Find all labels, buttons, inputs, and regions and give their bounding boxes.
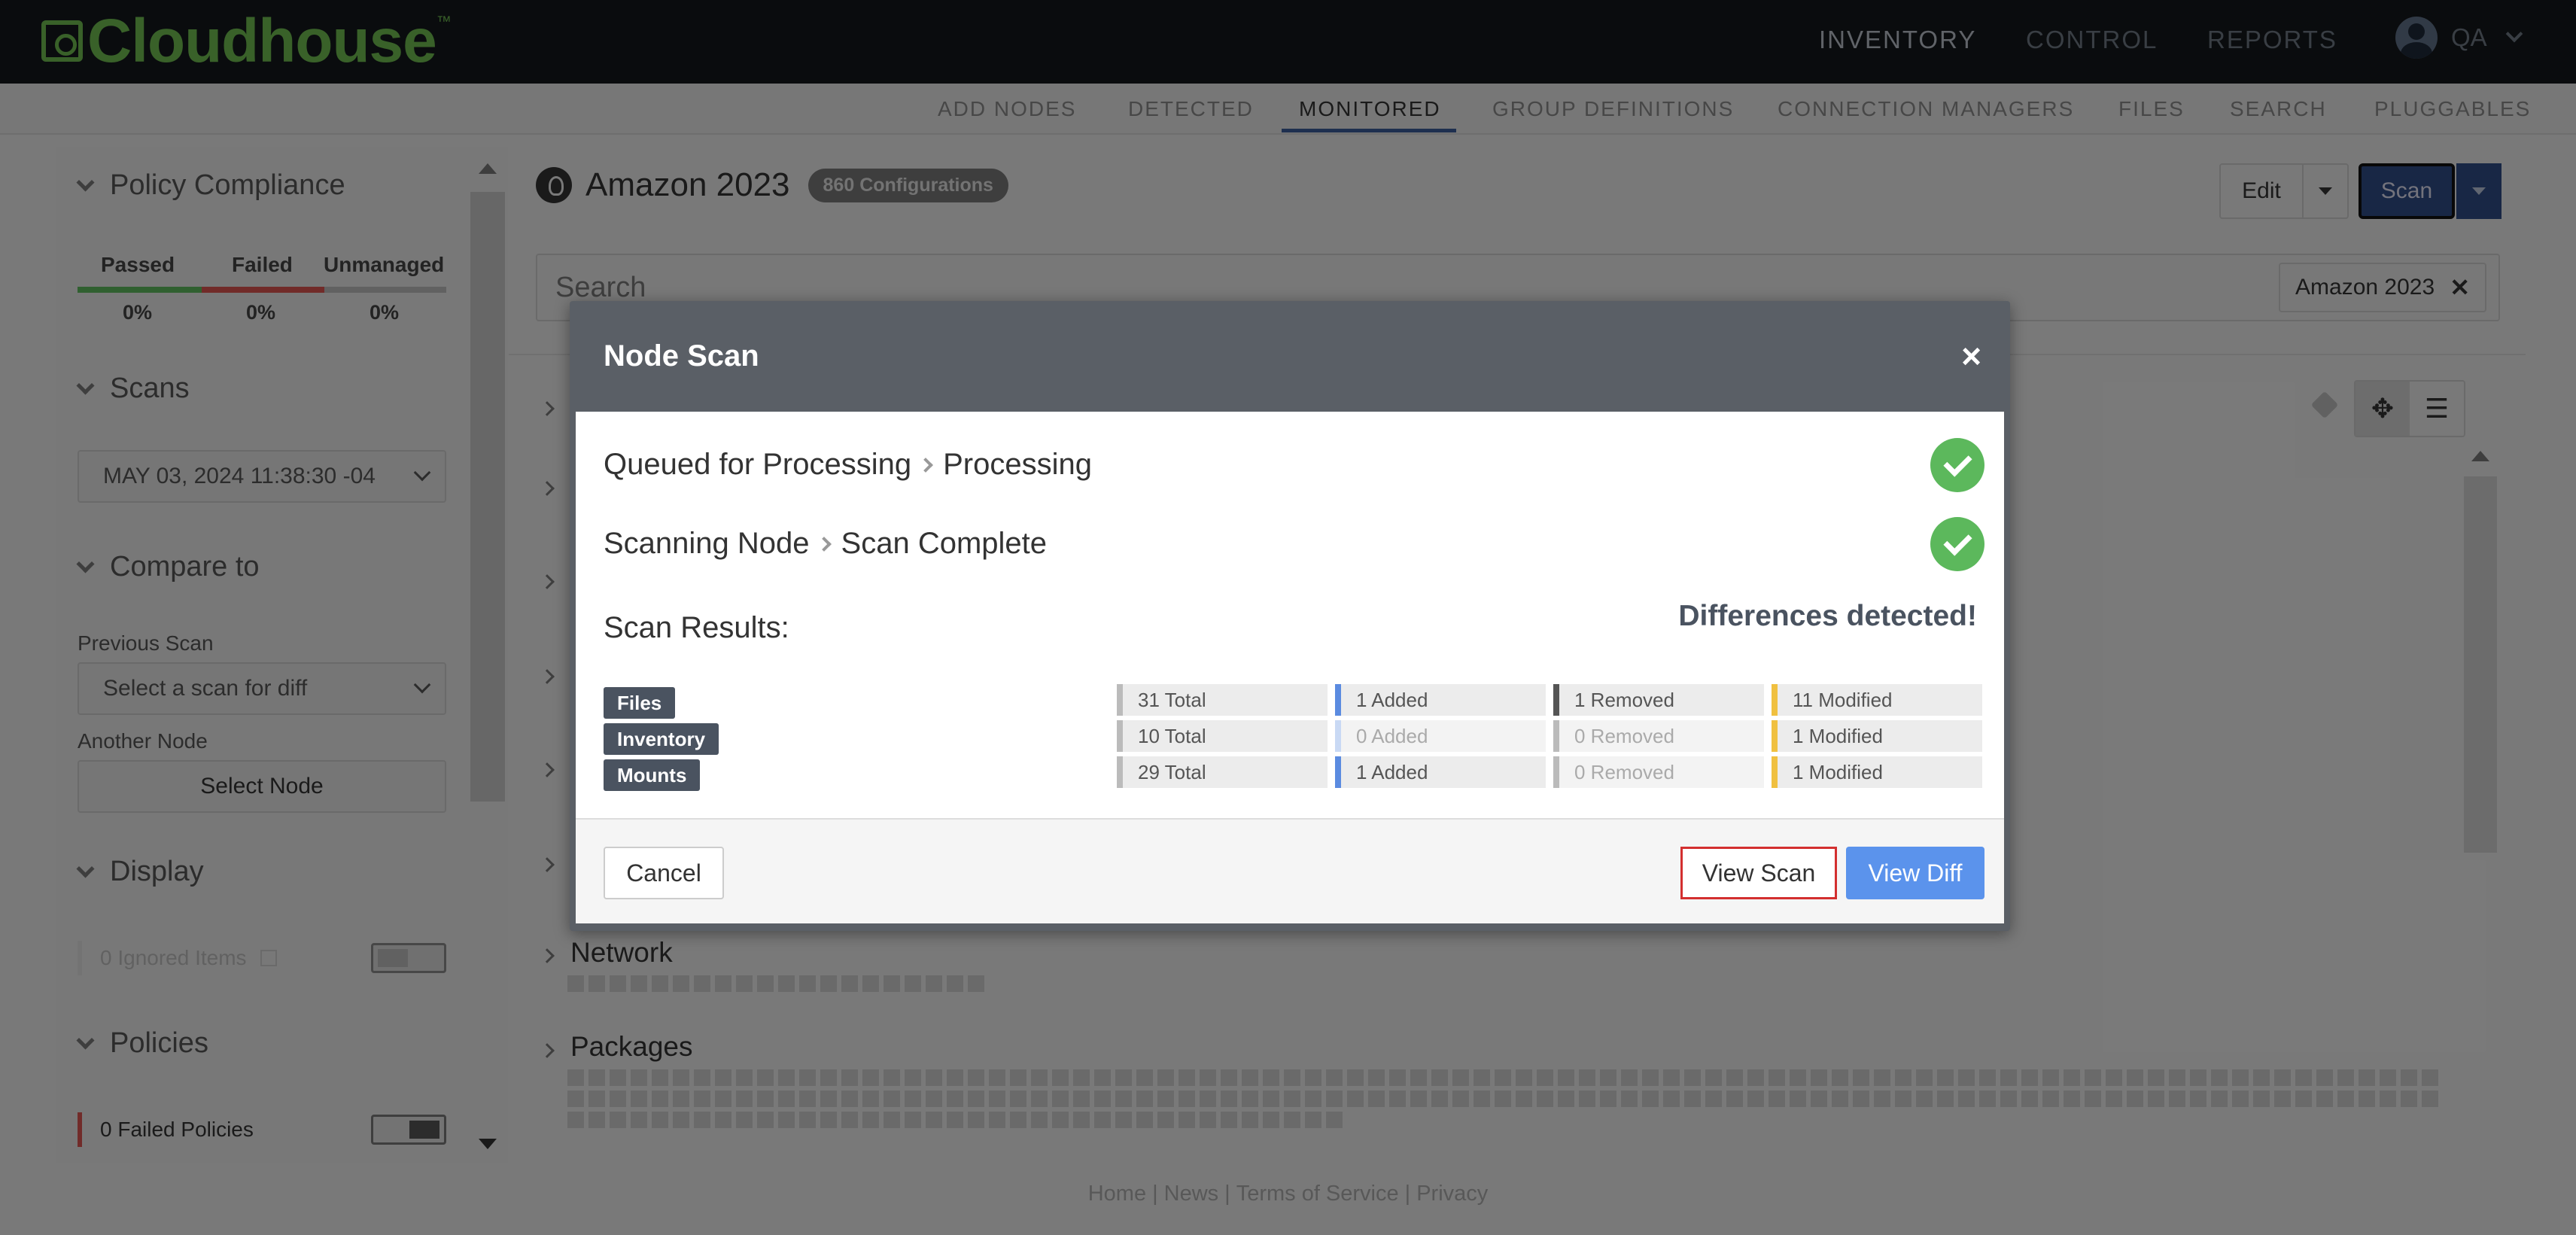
mounts-modified: 1 Modified <box>1772 756 1982 788</box>
inventory-modified: 1 Modified <box>1772 720 1982 752</box>
modal-title: Node Scan <box>604 339 759 373</box>
cancel-button[interactable]: Cancel <box>604 847 724 899</box>
node-scan-modal: Node Scan × Queued for Processing Process… <box>570 301 2010 931</box>
step-to-label: Scan Complete <box>841 527 1048 560</box>
differences-detected: Differences detected! <box>1678 600 1977 632</box>
files-added: 1 Added <box>1335 684 1546 716</box>
step-from-label: Queued for Processing <box>604 448 912 481</box>
modal-header: Node Scan × <box>570 301 2010 412</box>
inventory-total: 10 Total <box>1117 720 1328 752</box>
check-circle-icon <box>1930 438 1984 492</box>
mounts-added: 1 Added <box>1335 756 1546 788</box>
mounts-removed: 0 Removed <box>1553 756 1764 788</box>
step-scan: Scanning Node Scan Complete <box>604 527 1047 561</box>
chevron-right-icon <box>816 536 832 552</box>
files-modified: 11 Modified <box>1772 684 1982 716</box>
step-processing: Queued for Processing Processing <box>604 448 1092 482</box>
step-from-label: Scanning Node <box>604 527 810 560</box>
mounts-total: 29 Total <box>1117 756 1328 788</box>
step-to-label: Processing <box>943 448 1092 481</box>
result-tag-inventory: Inventory <box>604 723 719 755</box>
view-diff-button[interactable]: View Diff <box>1846 847 1984 899</box>
view-scan-button[interactable]: View Scan <box>1680 847 1837 899</box>
result-tag-files: Files <box>604 687 676 719</box>
modal-body: Queued for Processing Processing Scanning… <box>576 412 2004 923</box>
files-total: 31 Total <box>1117 684 1328 716</box>
chevron-right-icon <box>918 457 934 473</box>
files-removed: 1 Removed <box>1553 684 1764 716</box>
result-tag-mounts: Mounts <box>604 759 701 791</box>
inventory-removed: 0 Removed <box>1553 720 1764 752</box>
modal-footer: Cancel View Scan View Diff <box>576 818 2004 923</box>
scan-results-label: Scan Results: <box>604 611 789 644</box>
inventory-added: 0 Added <box>1335 720 1546 752</box>
close-icon[interactable]: × <box>1961 339 1981 373</box>
check-circle-icon <box>1930 517 1984 571</box>
